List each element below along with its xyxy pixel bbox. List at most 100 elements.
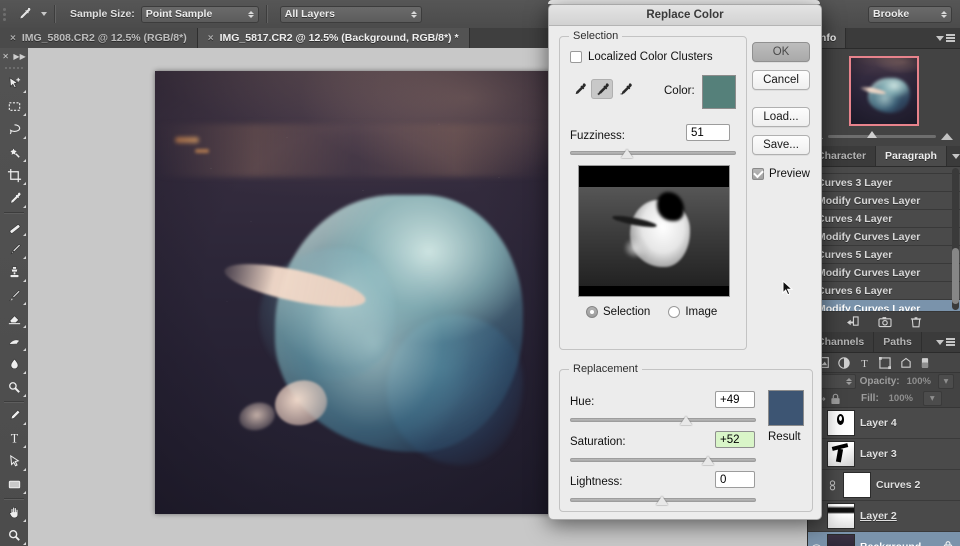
lock-all-icon[interactable] [830, 393, 841, 405]
tool-preset-caret-icon[interactable] [41, 12, 47, 16]
fill-value[interactable]: 100% [883, 392, 919, 405]
sample-size-select[interactable]: Point Sample [140, 5, 259, 23]
expand-arrows-icon[interactable]: ▶▶ [13, 52, 25, 61]
pen-tool[interactable] [0, 404, 28, 427]
panel-menu-icon[interactable] [931, 332, 960, 352]
document-tab-2[interactable]: × IMG_5817.CR2 @ 12.5% (Background, RGB/… [197, 28, 470, 48]
new-snapshot-camera-icon[interactable] [878, 316, 892, 328]
history-item-selected[interactable]: Modify Curves Layer [808, 300, 960, 311]
navigator-thumbnail[interactable] [849, 56, 919, 126]
layer-thumbnail[interactable] [827, 410, 855, 436]
history-item[interactable]: Curves 5 Layer [808, 246, 960, 264]
path-selection-tool[interactable] [0, 450, 28, 473]
toolbox-grip[interactable] [0, 63, 28, 72]
panel-menu-icon[interactable] [947, 146, 960, 166]
preview-mode-selection[interactable]: Selection [586, 306, 650, 318]
crop-tool[interactable] [0, 164, 28, 187]
eyedropper-tool[interactable] [0, 187, 28, 210]
lightness-slider[interactable] [570, 494, 756, 506]
document-tab-1[interactable]: × IMG_5808.CR2 @ 12.5% (RGB/8*) [0, 28, 198, 48]
preview-mode-image[interactable]: Image [668, 306, 717, 318]
workspace-select[interactable]: Brooke [868, 5, 952, 23]
layer-thumbnail[interactable] [843, 472, 871, 498]
layer-link-icon[interactable] [827, 479, 838, 491]
marquee-tool[interactable] [0, 95, 28, 118]
type-tool[interactable]: T [0, 427, 28, 450]
fill-caret-icon[interactable]: ▾ [922, 391, 942, 406]
options-bar-grip[interactable] [0, 0, 9, 28]
layer-row[interactable]: Layer 4 [808, 408, 960, 439]
cancel-button[interactable]: Cancel [752, 70, 810, 90]
eraser-tool[interactable] [0, 307, 28, 330]
layer-visibility-icon[interactable] [811, 543, 822, 546]
layer-thumbnail[interactable] [827, 441, 855, 467]
layer-row[interactable]: Curves 2 [808, 470, 960, 501]
panel-menu-icon[interactable] [931, 28, 960, 48]
ok-button[interactable]: OK [752, 42, 810, 62]
layer-row[interactable]: Layer 3 [808, 439, 960, 470]
move-tool[interactable] [0, 72, 28, 95]
filter-smartobject-icon[interactable] [900, 357, 912, 369]
history-panel[interactable]: Curves 3 Layer Modify Curves Layer Curve… [808, 167, 960, 311]
layer-row[interactable]: Layer 2 [808, 501, 960, 532]
close-icon[interactable]: ✕ [2, 52, 9, 61]
tab-paragraph[interactable]: Paragraph [876, 146, 947, 166]
history-item[interactable]: Modify Curves Layer [808, 192, 960, 210]
opacity-value[interactable]: 100% [904, 375, 934, 388]
shape-tool[interactable] [0, 473, 28, 496]
image-radio[interactable] [668, 306, 681, 318]
clone-stamp-tool[interactable] [0, 261, 28, 284]
zoom-in-icon[interactable] [941, 132, 953, 140]
dodge-tool[interactable] [0, 376, 28, 399]
preview-checkbox[interactable] [752, 168, 764, 180]
hue-input[interactable]: +49 [715, 391, 755, 408]
lasso-tool[interactable] [0, 118, 28, 141]
brush-tool[interactable] [0, 238, 28, 261]
history-scrollbar[interactable] [952, 168, 959, 310]
hand-tool[interactable] [0, 501, 28, 524]
saturation-input[interactable]: +52 [715, 431, 755, 448]
delete-trash-icon[interactable] [910, 316, 922, 328]
layer-row-selected[interactable]: Background [808, 532, 960, 546]
opacity-caret-icon[interactable]: ▾ [937, 374, 954, 389]
localized-color-clusters-row[interactable]: Localized Color Clusters [570, 51, 713, 63]
save-button[interactable]: Save... [752, 135, 810, 155]
history-brush-tool[interactable] [0, 284, 28, 307]
history-item[interactable]: Curves 4 Layer [808, 210, 960, 228]
healing-brush-tool[interactable] [0, 215, 28, 238]
eyedropper-add-icon[interactable] [591, 79, 613, 99]
quick-selection-tool[interactable] [0, 141, 28, 164]
localized-color-clusters-checkbox[interactable] [570, 51, 582, 63]
blur-tool[interactable] [0, 353, 28, 376]
selection-mask-preview[interactable] [578, 165, 730, 297]
result-swatch[interactable] [768, 390, 804, 426]
layer-thumbnail[interactable] [827, 534, 855, 546]
eyedropper-icon[interactable] [568, 79, 590, 99]
new-document-from-state-icon[interactable] [846, 316, 860, 328]
gradient-tool[interactable] [0, 330, 28, 353]
filter-shape-icon[interactable] [879, 356, 891, 369]
filter-adjustment-icon[interactable] [838, 356, 850, 369]
zoom-tool[interactable] [0, 524, 28, 546]
history-item[interactable]: Curves 3 Layer [808, 174, 960, 192]
saturation-slider[interactable] [570, 454, 756, 466]
artboard-image[interactable] [155, 71, 555, 514]
navigator-zoom-slider[interactable] [808, 126, 960, 146]
filter-toggle-icon[interactable] [921, 357, 929, 369]
color-swatch[interactable] [702, 75, 736, 109]
hue-slider[interactable] [570, 414, 756, 426]
preview-checkbox-row[interactable]: Preview [752, 168, 810, 180]
lightness-input[interactable]: 0 [715, 471, 755, 488]
close-icon[interactable]: × [10, 33, 16, 44]
layers-scope-select[interactable]: All Layers [279, 5, 422, 23]
selection-radio[interactable] [586, 306, 598, 318]
layer-thumbnail[interactable] [827, 503, 855, 529]
history-item[interactable]: Modify Curves Layer [808, 264, 960, 282]
close-icon[interactable]: × [208, 33, 214, 44]
load-button[interactable]: Load... [752, 107, 810, 127]
eyedropper-subtract-icon[interactable] [614, 79, 636, 99]
tab-paths[interactable]: Paths [874, 332, 922, 352]
fuzziness-slider[interactable] [570, 147, 736, 159]
filter-type-icon[interactable]: T [859, 357, 870, 369]
history-item-partial[interactable] [808, 167, 960, 174]
